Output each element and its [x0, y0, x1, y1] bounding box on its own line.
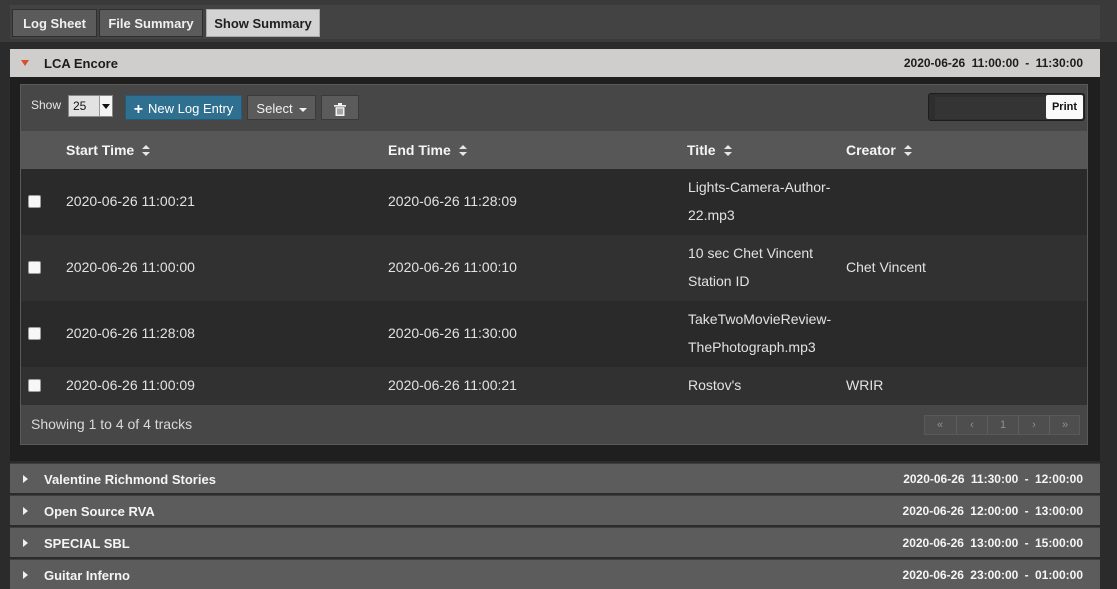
show-header-collapsed[interactable]: SPECIAL SBL 2020-06-26 13:00:00 - 15:00:… [10, 527, 1100, 557]
show-header-lca-encore[interactable]: LCA Encore 2020-06-26 11:00:00 - 11:30:0… [10, 49, 1100, 77]
select-dropdown-button[interactable]: Select [247, 95, 316, 120]
table-header: Start Time End Time Title Creator [21, 131, 1087, 169]
new-log-entry-button[interactable]: + New Log Entry [125, 95, 242, 120]
new-log-entry-label: New Log Entry [148, 101, 234, 116]
plus-icon: + [133, 101, 144, 118]
caret-right-icon [23, 507, 28, 515]
show-time: 2020-06-26 12:00:00 - 13:00:00 [902, 504, 1083, 518]
caret-right-icon [23, 475, 28, 483]
print-control: Print [928, 93, 1085, 121]
table-info: Showing 1 to 4 of 4 tracks [31, 416, 193, 432]
sort-icon [458, 145, 467, 157]
show-time: 2020-06-26 13:00:00 - 15:00:00 [902, 536, 1083, 550]
column-creator[interactable]: Creator [846, 142, 912, 158]
show-time: 2020-06-26 23:00:00 - 01:00:00 [902, 568, 1083, 582]
sort-icon [142, 145, 151, 157]
show-name: LCA Encore [44, 56, 118, 71]
page-size-value: 25 [73, 99, 87, 113]
delete-button[interactable] [321, 95, 359, 120]
show-section-open: LCA Encore 2020-06-26 11:00:00 - 11:30:0… [10, 49, 1100, 461]
end-time-cell: 2020-06-26 11:30:00 [388, 325, 517, 341]
first-page-button[interactable]: « [925, 416, 955, 434]
show-header-collapsed[interactable]: Open Source RVA 2020-06-26 12:00:00 - 13… [10, 495, 1100, 525]
show-log-panel: Show 25 + New Log Entry Select Print Sta… [20, 84, 1088, 445]
page-size-select[interactable]: 25 [68, 95, 113, 117]
sort-icon [903, 145, 912, 157]
caret-right-icon [23, 539, 28, 547]
tab-file-summary[interactable]: File Summary [99, 9, 203, 37]
table-row[interactable]: 2020-06-26 11:00:00 2020-06-26 11:00:10 … [21, 235, 1087, 301]
start-time-cell: 2020-06-26 11:00:09 [66, 377, 195, 393]
row-checkbox[interactable] [28, 261, 41, 274]
title-cell: Rostov's [688, 377, 742, 393]
tab-log-sheet[interactable]: Log Sheet [12, 9, 97, 37]
column-start-time[interactable]: Start Time [66, 142, 151, 158]
row-checkbox[interactable] [28, 195, 41, 208]
chevron-down-icon [99, 96, 112, 116]
caret-down-icon [21, 60, 29, 66]
show-header-collapsed[interactable]: Guitar Inferno 2020-06-26 23:00:00 - 01:… [10, 559, 1100, 589]
show-count-label: Show [31, 98, 62, 112]
print-input[interactable] [935, 97, 1049, 119]
caret-down-icon [298, 107, 307, 112]
prev-page-button[interactable]: ‹ [956, 416, 987, 434]
trash-icon [334, 103, 346, 117]
pagination: « ‹ 1 › » [924, 415, 1080, 435]
table-row[interactable]: 2020-06-26 11:00:09 2020-06-26 11:00:21 … [21, 367, 1087, 405]
column-title[interactable]: Title [687, 142, 732, 158]
creator-cell: Chet Vincent [846, 259, 926, 275]
start-time-cell: 2020-06-26 11:28:08 [66, 325, 195, 341]
column-end-time[interactable]: End Time [388, 142, 467, 158]
start-time-cell: 2020-06-26 11:00:00 [66, 259, 195, 275]
title-cell: 10 sec Chet Vincent Station ID [688, 245, 814, 289]
last-page-button[interactable]: » [1049, 416, 1080, 434]
title-cell: TakeTwoMovieReview- ThePhotograph.mp3 [688, 311, 832, 355]
table-row[interactable]: 2020-06-26 11:00:21 2020-06-26 11:28:09 … [21, 169, 1087, 235]
show-name: Guitar Inferno [44, 568, 130, 583]
show-time: 2020-06-26 11:00:00 - 11:30:00 [903, 56, 1083, 70]
sort-icon [723, 145, 732, 157]
row-checkbox[interactable] [28, 327, 41, 340]
creator-cell: WRIR [846, 377, 884, 393]
end-time-cell: 2020-06-26 11:00:10 [388, 259, 517, 275]
title-cell: Lights-Camera-Author- 22.mp3 [688, 179, 831, 223]
table-row[interactable]: 2020-06-26 11:28:08 2020-06-26 11:30:00 … [21, 301, 1087, 367]
tab-show-summary[interactable]: Show Summary [206, 9, 320, 37]
end-time-cell: 2020-06-26 11:28:09 [388, 193, 517, 209]
show-name: SPECIAL SBL [44, 536, 130, 551]
print-button[interactable]: Print [1046, 95, 1083, 119]
page-1-button[interactable]: 1 [987, 416, 1018, 434]
select-label: Select [256, 101, 293, 116]
start-time-cell: 2020-06-26 11:00:21 [66, 193, 195, 209]
row-checkbox[interactable] [28, 379, 41, 392]
next-page-button[interactable]: › [1018, 416, 1049, 434]
show-name: Open Source RVA [44, 504, 155, 519]
show-time: 2020-06-26 11:30:00 - 12:00:00 [903, 472, 1083, 486]
show-header-collapsed[interactable]: Valentine Richmond Stories 2020-06-26 11… [10, 463, 1100, 493]
tab-bar: Log Sheet File Summary Show Summary [0, 0, 1117, 42]
show-name: Valentine Richmond Stories [44, 472, 216, 487]
caret-right-icon [23, 571, 28, 579]
end-time-cell: 2020-06-26 11:00:21 [388, 377, 517, 393]
